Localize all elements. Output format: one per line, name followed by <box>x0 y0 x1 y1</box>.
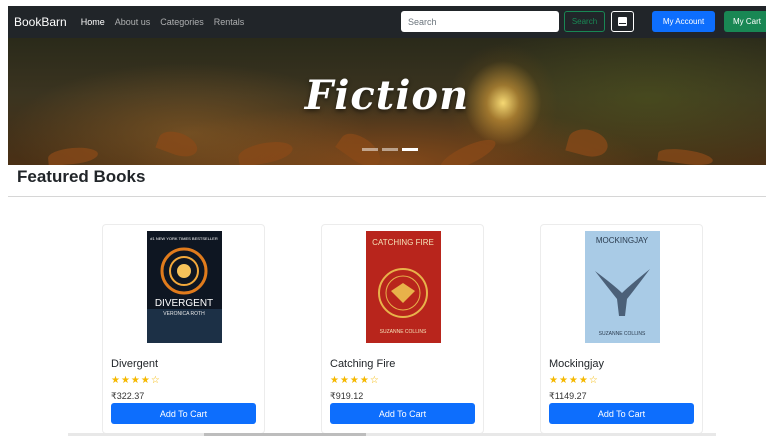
page: BookBarn Home About us Categories Rental… <box>0 0 766 436</box>
book-title[interactable]: Mockingjay <box>549 358 604 370</box>
nav-link-about-us[interactable]: About us <box>115 17 151 27</box>
search-button[interactable]: Search <box>564 11 605 32</box>
leaf-decoration <box>335 127 386 165</box>
book-title[interactable]: Divergent <box>111 358 158 370</box>
book-title[interactable]: Catching Fire <box>330 358 395 370</box>
catching-fire-cover-art: CATCHING FIRE SUZANNE COLLINS <box>366 231 441 343</box>
book-cover-mockingjay[interactable]: MOCKINGJAY SUZANNE COLLINS <box>585 231 660 343</box>
book-price: ₹322.37 <box>111 391 145 401</box>
brand-logo[interactable]: BookBarn <box>14 15 67 29</box>
star-rating: ★★★★☆ <box>111 375 161 386</box>
section-title: Featured Books <box>17 167 146 186</box>
carousel-indicator-3[interactable] <box>402 148 418 151</box>
svg-text:SUZANNE COLLINS: SUZANNE COLLINS <box>380 329 427 335</box>
svg-text:CATCHING FIRE: CATCHING FIRE <box>372 238 434 247</box>
carousel-indicators <box>362 148 418 151</box>
nav-link-categories[interactable]: Categories <box>160 17 204 27</box>
svg-text:VERONICA ROTH: VERONICA ROTH <box>163 311 205 317</box>
navbar: BookBarn Home About us Categories Rental… <box>8 6 766 38</box>
search-input[interactable] <box>401 11 559 32</box>
book-card-catching-fire: CATCHING FIRE SUZANNE COLLINS Catching F… <box>321 224 484 434</box>
hero-title: Fiction <box>304 72 470 119</box>
leaf-decoration <box>657 146 714 165</box>
star-rating: ★★★★☆ <box>330 375 380 386</box>
leaf-decoration <box>565 125 611 161</box>
my-cart-button[interactable]: My Cart <box>724 11 766 32</box>
leaf-decoration <box>236 138 295 165</box>
section-divider <box>8 196 766 197</box>
book-cover-divergent[interactable]: #1 NEW YORK TIMES BESTSELLER DIVERGENT V… <box>147 231 222 343</box>
divergent-cover-art: #1 NEW YORK TIMES BESTSELLER DIVERGENT V… <box>147 231 222 343</box>
add-to-cart-button[interactable]: Add To Cart <box>111 403 256 424</box>
svg-text:MOCKINGJAY: MOCKINGJAY <box>596 236 649 245</box>
nav-link-rentals[interactable]: Rentals <box>214 17 245 27</box>
add-to-cart-button[interactable]: Add To Cart <box>330 403 475 424</box>
star-rating: ★★★★☆ <box>549 375 599 386</box>
mockingjay-cover-art: MOCKINGJAY SUZANNE COLLINS <box>585 231 660 343</box>
nav-link-home[interactable]: Home <box>81 17 105 27</box>
book-icon-button[interactable] <box>611 11 634 32</box>
book-card-divergent: #1 NEW YORK TIMES BESTSELLER DIVERGENT V… <box>102 224 265 434</box>
add-to-cart-button[interactable]: Add To Cart <box>549 403 694 424</box>
leaf-decoration <box>437 134 499 165</box>
leaf-decoration <box>155 126 201 162</box>
my-account-button[interactable]: My Account <box>652 11 715 32</box>
carousel-indicator-1[interactable] <box>362 148 378 151</box>
svg-text:DIVERGENT: DIVERGENT <box>155 298 213 309</box>
book-card-mockingjay: MOCKINGJAY SUZANNE COLLINS Mockingjay ★★… <box>540 224 703 434</box>
svg-text:SUZANNE COLLINS: SUZANNE COLLINS <box>599 331 646 337</box>
book-price: ₹1149.27 <box>549 391 587 401</box>
book-cover-catching-fire[interactable]: CATCHING FIRE SUZANNE COLLINS <box>366 231 441 343</box>
hero-carousel[interactable]: Fiction <box>8 38 766 165</box>
svg-text:#1 NEW YORK TIMES BESTSELLER: #1 NEW YORK TIMES BESTSELLER <box>150 236 218 241</box>
book-icon <box>618 17 627 26</box>
carousel-indicator-2[interactable] <box>382 148 398 151</box>
book-price: ₹919.12 <box>330 391 364 401</box>
leaf-decoration <box>47 145 99 165</box>
